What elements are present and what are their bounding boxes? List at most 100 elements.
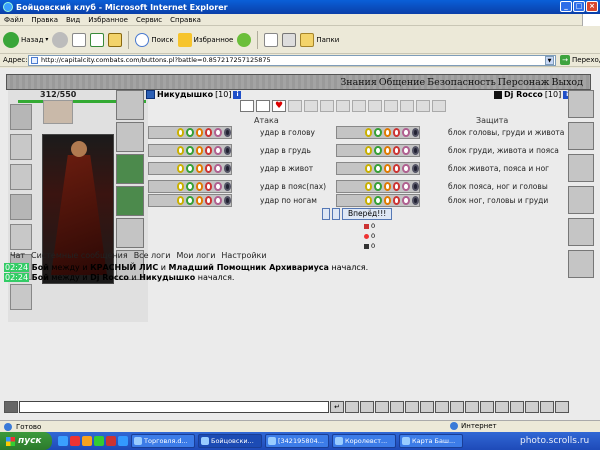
attack-selector[interactable] xyxy=(148,162,232,175)
tab-settings[interactable]: Настройки xyxy=(221,251,266,260)
menu-security[interactable]: Безопасность xyxy=(426,77,497,88)
refresh-fight-button[interactable] xyxy=(322,208,330,220)
attack-selector[interactable] xyxy=(148,126,232,139)
effect-icon[interactable] xyxy=(240,100,254,112)
go-button[interactable]: → Переход xyxy=(560,55,600,65)
earring-slot[interactable] xyxy=(10,134,32,160)
opponent-slot[interactable] xyxy=(568,154,594,182)
forward-button[interactable] xyxy=(52,31,69,48)
defense-selector[interactable] xyxy=(336,180,420,193)
taskbar-item[interactable]: [342195804... xyxy=(265,434,329,448)
smile-icon[interactable] xyxy=(345,401,359,413)
opponent-slot[interactable] xyxy=(568,218,594,246)
attack-selector[interactable] xyxy=(148,180,232,193)
sound-icon[interactable] xyxy=(435,401,449,413)
opponent-name[interactable]: Dj Rocco xyxy=(504,90,543,99)
attack-selector[interactable] xyxy=(148,144,232,157)
app-quicklaunch-icon[interactable] xyxy=(106,436,116,446)
taskbar-item-active[interactable]: Бойцовски... xyxy=(198,434,262,448)
print-icon[interactable] xyxy=(282,32,297,47)
heart-icon[interactable]: ♥ xyxy=(272,100,286,112)
ring-slot[interactable] xyxy=(116,122,144,152)
opponent-slot[interactable] xyxy=(568,122,594,150)
menu-edit[interactable]: Правка xyxy=(31,16,58,24)
app-quicklaunch-icon[interactable] xyxy=(82,436,92,446)
menu-favorites[interactable]: Избранное xyxy=(88,16,128,24)
people-icon[interactable] xyxy=(450,401,464,413)
log-player[interactable]: КРАСНЫЙ ЛИС xyxy=(90,263,158,272)
attack-selector[interactable] xyxy=(148,194,232,207)
opponent-slot[interactable] xyxy=(568,90,594,118)
defense-selector[interactable] xyxy=(336,144,420,157)
menu-character[interactable]: Персонаж xyxy=(497,77,551,88)
refresh-icon[interactable] xyxy=(90,32,105,47)
app-quicklaunch-icon[interactable] xyxy=(118,436,128,446)
chat-toggle-button[interactable] xyxy=(4,401,18,413)
address-input[interactable]: http://capitalcity.combats.com/buttons.p… xyxy=(28,55,556,66)
forward-attack-button[interactable]: Вперёд!!! xyxy=(342,208,393,220)
gloves-slot[interactable] xyxy=(116,154,144,184)
log-player[interactable]: Никудышко xyxy=(139,273,195,282)
home-icon[interactable] xyxy=(108,32,123,47)
start-button[interactable]: пуск xyxy=(0,432,52,450)
player-info-icon[interactable]: i xyxy=(233,90,242,99)
opera-quicklaunch-icon[interactable] xyxy=(70,436,80,446)
app-quicklaunch-icon[interactable] xyxy=(94,436,104,446)
log-battle-link[interactable]: Бой xyxy=(32,273,49,282)
mail-game-icon[interactable] xyxy=(540,401,554,413)
menu-view[interactable]: Вид xyxy=(66,16,80,24)
helmet-slot[interactable] xyxy=(10,104,32,130)
boots-slot[interactable] xyxy=(10,284,32,310)
menu-tools[interactable]: Сервис xyxy=(136,16,162,24)
tab-chat[interactable]: Чат xyxy=(10,251,25,260)
favorites-button[interactable]: Избранное xyxy=(177,32,233,47)
folders-button[interactable]: Папки xyxy=(300,32,339,47)
emote-icon[interactable] xyxy=(390,401,404,413)
map-icon[interactable] xyxy=(480,401,494,413)
refresh-chat-icon[interactable] xyxy=(420,401,434,413)
media-icon[interactable] xyxy=(237,32,252,47)
search-button[interactable]: Поиск xyxy=(135,32,174,47)
tab-system[interactable]: Системные сообщения xyxy=(31,251,128,260)
shield-slot[interactable] xyxy=(116,186,144,216)
log-player[interactable]: Dj Rocco xyxy=(90,273,129,282)
send-button[interactable]: ↵ xyxy=(330,401,344,413)
belt-slot[interactable] xyxy=(10,224,32,250)
menu-exit[interactable]: Выход xyxy=(551,77,584,88)
exit-game-icon[interactable] xyxy=(555,401,569,413)
chat-input[interactable] xyxy=(19,401,329,413)
trade-icon[interactable] xyxy=(465,401,479,413)
address-dropdown-icon[interactable]: ▼ xyxy=(545,56,554,65)
armor-slot[interactable] xyxy=(10,194,32,220)
effect-icon[interactable] xyxy=(256,100,270,112)
defense-selector[interactable] xyxy=(336,194,420,207)
taskbar-item[interactable]: Торговля.d... xyxy=(131,434,195,448)
opponent-slot[interactable] xyxy=(568,186,594,214)
filter-icon[interactable] xyxy=(360,401,374,413)
auto-fight-button[interactable] xyxy=(332,208,340,220)
inventory-icon[interactable] xyxy=(495,401,509,413)
sword-icon[interactable] xyxy=(116,90,144,120)
taskbar-item[interactable]: Карта Баш... xyxy=(399,434,463,448)
log-player[interactable]: Младший Помощник Архивариуса xyxy=(169,263,329,272)
defense-selector[interactable] xyxy=(336,126,420,139)
minimize-button[interactable]: _ xyxy=(560,1,572,12)
tab-my-logs[interactable]: Мои логи xyxy=(176,251,215,260)
clear-icon[interactable] xyxy=(375,401,389,413)
close-button[interactable]: × xyxy=(586,1,598,12)
menu-knowledge[interactable]: Знания xyxy=(339,77,378,88)
scroll-icon[interactable] xyxy=(405,401,419,413)
tab-all-logs[interactable]: Все логи xyxy=(134,251,171,260)
back-button[interactable]: Назад ▾ xyxy=(3,31,48,48)
amulet-slot[interactable] xyxy=(43,100,73,124)
quest-icon[interactable] xyxy=(525,401,539,413)
stop-icon[interactable] xyxy=(72,32,87,47)
menu-file[interactable]: Файл xyxy=(4,16,23,24)
ie-quicklaunch-icon[interactable] xyxy=(58,436,68,446)
weapon-slot[interactable] xyxy=(10,164,32,190)
maximize-button[interactable]: □ xyxy=(573,1,585,12)
defense-selector[interactable] xyxy=(336,162,420,175)
clan-menu-icon[interactable] xyxy=(510,401,524,413)
log-battle-link[interactable]: Бой xyxy=(32,263,49,272)
menu-help[interactable]: Справка xyxy=(170,16,201,24)
